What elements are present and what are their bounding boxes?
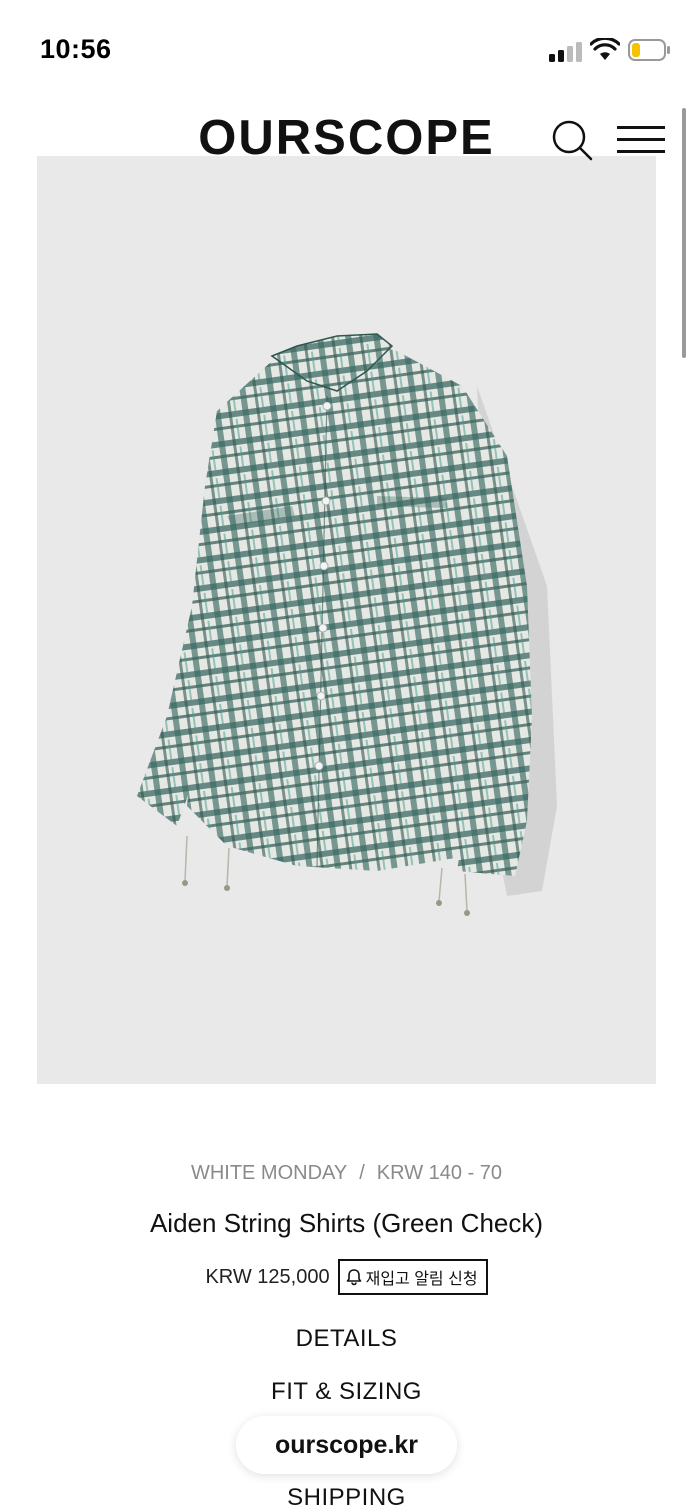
- shipping-section-link[interactable]: SHIPPING: [0, 1484, 693, 1512]
- product-price: KRW 125,000: [205, 1265, 330, 1288]
- battery-low-icon: [628, 39, 670, 61]
- browser-url-pill[interactable]: ourscope.kr: [236, 1416, 457, 1474]
- cellular-signal-icon: [549, 40, 583, 62]
- product-image[interactable]: [37, 156, 656, 1084]
- url-text: ourscope.kr: [274, 1430, 419, 1459]
- brand-label[interactable]: WHITE MONDAY: [191, 1162, 347, 1184]
- status-bar: 10:56: [0, 0, 693, 100]
- status-time: 10:56: [40, 34, 112, 64]
- details-section-link[interactable]: DETAILS: [0, 1325, 693, 1353]
- wifi-icon: [590, 38, 620, 60]
- price-row: KRW 125,000 재입고 알림 신청: [0, 1259, 693, 1295]
- fit-sizing-section-link[interactable]: FIT & SIZING: [0, 1378, 693, 1406]
- restock-alert-button[interactable]: 재입고 알림 신청: [337, 1259, 488, 1295]
- size-label: KRW 140 - 70: [376, 1162, 503, 1184]
- product-meta: WHITE MONDAY / KRW 140 - 70: [0, 1162, 693, 1185]
- product-title: Aiden String Shirts (Green Check): [149, 1208, 544, 1238]
- search-icon[interactable]: [550, 118, 594, 162]
- restock-button-label: 재입고 알림 신청: [365, 1271, 478, 1288]
- shirt-illustration: [137, 333, 557, 916]
- hamburger-menu-icon[interactable]: [617, 124, 667, 156]
- bell-icon: [346, 1269, 361, 1286]
- meta-separator: /: [359, 1162, 365, 1184]
